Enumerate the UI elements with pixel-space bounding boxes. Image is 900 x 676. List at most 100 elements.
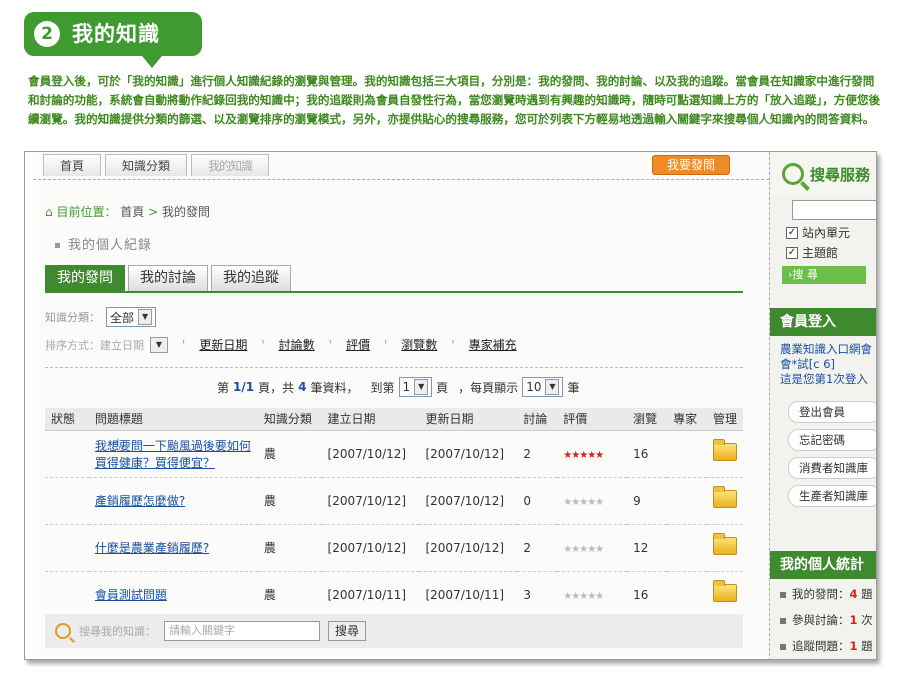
row-status: [45, 430, 89, 478]
ask-question-button[interactable]: 我要發問: [652, 155, 730, 175]
row-view-count: 16: [627, 571, 668, 619]
breadcrumb-label: 目前位置：: [56, 205, 117, 219]
row-expert: [667, 430, 707, 478]
sidebar-search-button[interactable]: ›搜 尋: [782, 266, 866, 284]
member-login-header: 會員登入: [770, 308, 876, 336]
manage-folder-icon[interactable]: [712, 486, 737, 508]
sidebar-search-input[interactable]: [792, 200, 876, 220]
main-panel: 首頁 知識分類 我的知識 我要發問 ⌂ 目前位置： 首頁 > 我的發問 我的個人…: [33, 152, 769, 659]
row-status: [45, 477, 89, 525]
row-created-date: [2007/10/12]: [321, 430, 420, 478]
question-title-link[interactable]: 產銷履歷怎麼做?: [95, 494, 185, 508]
sort-direction-button[interactable]: ▼: [150, 336, 168, 353]
per-page-select[interactable]: 10 ▼: [522, 377, 564, 397]
row-view-count: 12: [627, 524, 668, 572]
search-input[interactable]: 請輸入關鍵字: [164, 621, 320, 641]
tab-category[interactable]: 知識分類: [105, 154, 188, 176]
search-label: 搜尋我的知識：: [79, 625, 156, 638]
section-title: 我的知識: [72, 22, 160, 46]
sort-views[interactable]: 瀏覽數: [401, 336, 437, 353]
sort-discuss[interactable]: 討論數: [279, 336, 315, 353]
sort-rating[interactable]: 評價: [346, 336, 370, 353]
sort-updated[interactable]: 更新日期: [199, 336, 247, 353]
check-theme-hall[interactable]: ✓ 主題館: [786, 244, 838, 261]
table-row: 會員測試問題農 [2007/10/11] [2007/10/11] 3 ★★★★★ 16: [45, 571, 743, 619]
sort-row: 排序方式：建立日期 ▼ ' 更新日期 ' 討論數 ' 評價 ' 瀏覽數 ' 專家補充: [45, 336, 517, 353]
row-updated-date: [2007/10/11]: [419, 571, 518, 619]
tab-home[interactable]: 首頁: [43, 154, 102, 176]
stat-tracking: 追蹤問題：1 題: [780, 638, 873, 654]
check-site-units[interactable]: ✓ 站內單元: [786, 224, 850, 241]
tab-my-discussions[interactable]: 我的討論: [128, 265, 208, 291]
row-status: [45, 524, 89, 572]
row-created-date: [2007/10/12]: [321, 477, 420, 525]
breadcrumb-separator: >: [148, 205, 159, 219]
sort-expert[interactable]: 專家補充: [469, 336, 517, 353]
checkbox-icon: ✓: [786, 246, 798, 259]
intro-text: 會員登入後，可於「我的知識」進行個人知識紀錄的瀏覽與管理。我的知識包括三大項目，…: [28, 74, 881, 126]
logout-link[interactable]: 登出會員: [788, 401, 876, 423]
home-icon: ⌂: [45, 205, 53, 219]
row-discuss-count: 2: [517, 430, 558, 478]
knowledge-search-bar: 搜尋我的知識： 請輸入關鍵字 搜尋: [45, 614, 743, 648]
search-button[interactable]: 搜尋: [328, 621, 367, 641]
section-number: 2: [34, 21, 60, 47]
tab-my-tracking[interactable]: 我的追蹤: [211, 265, 291, 291]
breadcrumb-home[interactable]: 首頁: [120, 205, 144, 219]
filter-label: 知識分類：: [45, 311, 100, 324]
stat-questions: 我的發問：4 題: [780, 586, 873, 602]
breadcrumb: ⌂ 目前位置： 首頁 > 我的發問: [45, 203, 210, 220]
tab-underline: [45, 291, 743, 293]
stat-discussions: 參與討論：1 次: [780, 612, 873, 628]
row-updated-date: [2007/10/12]: [419, 430, 518, 478]
rating-stars-icon: ★★★★★: [563, 543, 604, 555]
row-category: 農: [257, 571, 322, 619]
section-badge: 2 我的知識: [24, 12, 202, 68]
divider: [33, 179, 769, 180]
row-updated-date: [2007/10/12]: [419, 524, 518, 572]
tab-my-questions[interactable]: 我的發問: [45, 265, 125, 291]
category-select[interactable]: 全部 ▼: [106, 307, 157, 327]
search-icon: [55, 623, 71, 639]
row-expert: [667, 524, 707, 572]
question-title-link[interactable]: 我想要問一下颱風過後要如何買得健康？買得便宜？: [95, 439, 251, 470]
goto-page-select[interactable]: 1 ▼: [398, 377, 433, 397]
row-created-date: [2007/10/12]: [321, 524, 420, 572]
question-title-link[interactable]: 什麼是農業產銷履歷?: [95, 541, 209, 555]
chevron-down-icon: ▼: [138, 309, 153, 325]
table-row: 我想要問一下颱風過後要如何買得健康？買得便宜？農 [2007/10/12] [200…: [45, 430, 743, 478]
checkbox-icon: ✓: [786, 226, 798, 239]
sidebar: 搜尋服務 ✓ 站內單元 ✓ 主題館 ›搜 尋 會員登入 農業知識入口網會 會*試[c…: [769, 152, 876, 659]
row-category: 農: [257, 430, 322, 478]
rating-stars-icon: ★★★★★: [563, 496, 604, 508]
consumer-kb-link[interactable]: 消費者知識庫: [788, 457, 876, 479]
category-filter: 知識分類： 全部 ▼: [45, 307, 157, 327]
screenshot-frame: 首頁 知識分類 我的知識 我要發問 ⌂ 目前位置： 首頁 > 我的發問 我的個人…: [24, 151, 877, 660]
row-view-count: 9: [627, 477, 668, 525]
table-row: 什麼是農業產銷履歷? 農 [2007/10/12] [2007/10/12] 2 ★★★★…: [45, 524, 743, 572]
top-nav: 首頁 知識分類 我的知識: [43, 154, 270, 176]
questions-table: 狀態 問題標題 知識分類 建立日期 更新日期 討論 評價 瀏覽 專家 管理 我想…: [45, 408, 743, 619]
search-icon: [782, 163, 804, 185]
row-category: 農: [257, 477, 322, 525]
page-indicator: 1/1: [233, 380, 255, 394]
manage-folder-icon[interactable]: [712, 533, 737, 555]
tab-my-knowledge[interactable]: 我的知識: [191, 154, 270, 176]
manage-folder-icon[interactable]: [712, 439, 737, 461]
chevron-down-icon: ▼: [545, 379, 560, 395]
forgot-password-link[interactable]: 忘記密碼: [788, 429, 876, 451]
row-expert: [667, 571, 707, 619]
row-created-date: [2007/10/11]: [321, 571, 420, 619]
manage-folder-icon[interactable]: [712, 580, 737, 602]
row-view-count: 16: [627, 430, 668, 478]
question-title-link[interactable]: 會員測試問題: [95, 588, 167, 602]
total-count: 4: [298, 380, 307, 394]
stats-header: 我的個人統計: [770, 551, 876, 579]
table-row: 產銷履歷怎麼做? 農 [2007/10/12] [2007/10/12] 0 ★★★★★ 9: [45, 477, 743, 525]
rating-stars-icon: ★★★★★: [563, 449, 604, 461]
row-status: [45, 571, 89, 619]
row-discuss-count: 0: [517, 477, 558, 525]
row-discuss-count: 3: [517, 571, 558, 619]
divider: [45, 367, 743, 368]
producer-kb-link[interactable]: 生產者知識庫: [788, 485, 876, 507]
